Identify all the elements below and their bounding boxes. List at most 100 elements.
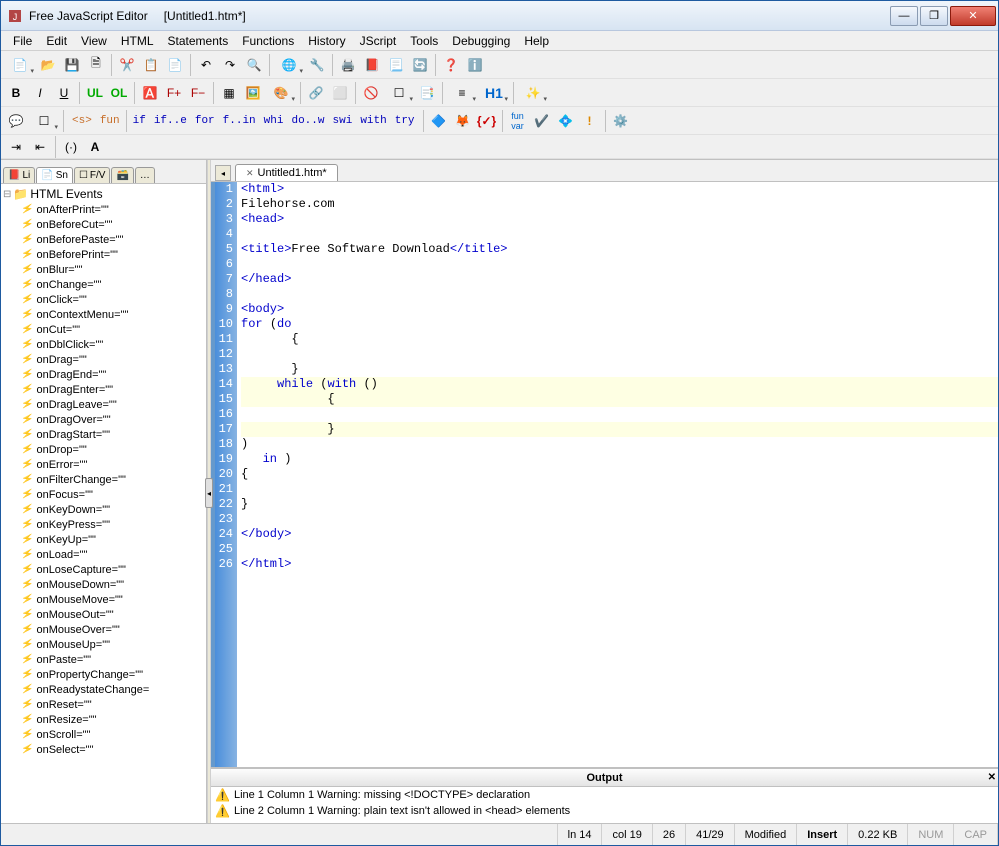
tree-item[interactable]: ⚡onClick="" — [3, 292, 204, 307]
var-button[interactable]: funvar — [507, 110, 529, 132]
tree-item[interactable]: ⚡onKeyPress="" — [3, 517, 204, 532]
gear-icon[interactable]: ⚙️ — [610, 110, 632, 132]
comment-button[interactable]: 💬 — [5, 110, 27, 132]
font-plus-button[interactable]: F+ — [163, 82, 185, 104]
maximize-button[interactable]: ❐ — [920, 6, 948, 26]
braces-button[interactable]: A — [84, 136, 106, 158]
menu-edit[interactable]: Edit — [40, 33, 73, 49]
bold-button[interactable]: B — [5, 82, 27, 104]
tree-item[interactable]: ⚡onMouseUp="" — [3, 637, 204, 652]
code-line[interactable]: ) — [241, 437, 998, 452]
snippet-whi[interactable]: whi — [260, 115, 288, 127]
output-line[interactable]: ⚠️ Line 2 Column 1 Warning: plain text i… — [211, 803, 998, 819]
menu-view[interactable]: View — [75, 33, 113, 49]
anchor-button[interactable]: ⬜ — [329, 82, 351, 104]
sidetab-db[interactable]: 🗃️ — [111, 167, 133, 183]
debug-button[interactable]: 🔷 — [428, 110, 450, 132]
tree-item[interactable]: ⚡onMouseOver="" — [3, 622, 204, 637]
code-line[interactable]: } — [241, 362, 998, 377]
save-button[interactable]: 💾 — [61, 54, 83, 76]
code-line[interactable] — [241, 257, 998, 272]
close-button[interactable]: ✕ — [950, 6, 996, 26]
code-editor[interactable]: 1234567891011121314151617181920212223242… — [211, 182, 998, 767]
font-color-button[interactable]: 🅰️ — [139, 82, 161, 104]
tree-item[interactable]: ⚡onChange="" — [3, 277, 204, 292]
sidetab-more[interactable]: … — [135, 167, 155, 183]
tree-item[interactable]: ⚡onContextMenu="" — [3, 307, 204, 322]
save-all-button[interactable]: 🗎 — [85, 54, 107, 76]
menu-html[interactable]: HTML — [115, 33, 160, 49]
dropdown-button[interactable]: ☐ — [29, 110, 59, 132]
close-tab-icon[interactable]: ✕ — [246, 168, 254, 179]
tree-item[interactable]: ⚡onBlur="" — [3, 262, 204, 277]
code-line[interactable]: } — [241, 497, 998, 512]
page-button[interactable]: 📃 — [385, 54, 407, 76]
undo-button[interactable]: ↶ — [195, 54, 217, 76]
code-line[interactable] — [241, 482, 998, 497]
code-line[interactable]: Filehorse.com — [241, 197, 998, 212]
output-line[interactable]: ⚠️ Line 1 Column 1 Warning: missing <!DO… — [211, 787, 998, 803]
diamond-button[interactable]: 💠 — [555, 110, 577, 132]
sidetab-fv[interactable]: ☐ F/V — [74, 167, 111, 183]
code-line[interactable] — [241, 407, 998, 422]
tree-item[interactable]: ⚡onPropertyChange="" — [3, 667, 204, 682]
indent-button[interactable]: ⇥ — [5, 136, 27, 158]
menu-debugging[interactable]: Debugging — [446, 33, 516, 49]
code-line[interactable]: <body> — [241, 302, 998, 317]
tree-item[interactable]: ⚡onResize="" — [3, 712, 204, 727]
menu-tools[interactable]: Tools — [404, 33, 444, 49]
tree-item[interactable]: ⚡onKeyUp="" — [3, 532, 204, 547]
code-line[interactable]: { — [241, 392, 998, 407]
tree-item[interactable]: ⚡onReadystateChange= — [3, 682, 204, 697]
help-button[interactable]: ❓ — [440, 54, 462, 76]
italic-button[interactable]: I — [29, 82, 51, 104]
underline-button[interactable]: U — [53, 82, 75, 104]
tree-item[interactable]: ⚡onError="" — [3, 457, 204, 472]
tree-item[interactable]: ⚡onDragEnter="" — [3, 382, 204, 397]
tree-item[interactable]: ⚡onFilterChange="" — [3, 472, 204, 487]
ul-button[interactable]: UL — [84, 82, 106, 104]
tree-item[interactable]: ⚡onScroll="" — [3, 727, 204, 742]
output-panel[interactable]: ⚠️ Line 1 Column 1 Warning: missing <!DO… — [211, 787, 998, 823]
check-button[interactable]: ✔️ — [531, 110, 553, 132]
tree-item[interactable]: ⚡onDragStart="" — [3, 427, 204, 442]
menu-file[interactable]: File — [7, 33, 38, 49]
code-line[interactable]: { — [241, 332, 998, 347]
code-line[interactable]: </head> — [241, 272, 998, 287]
tree-item[interactable]: ⚡onBeforePrint="" — [3, 247, 204, 262]
validate-button[interactable]: {✓} — [476, 110, 498, 132]
image-button[interactable]: 🖼️ — [242, 82, 264, 104]
tree-item[interactable]: ⚡onMouseDown="" — [3, 577, 204, 592]
tree-item[interactable]: ⚡onLoseCapture="" — [3, 562, 204, 577]
menu-functions[interactable]: Functions — [236, 33, 300, 49]
tree-item[interactable]: ⚡onDragEnd="" — [3, 367, 204, 382]
sidetab-li[interactable]: 📕 Li — [3, 167, 35, 183]
tree-item[interactable]: ⚡onReset="" — [3, 697, 204, 712]
warn-button[interactable]: ! — [579, 110, 601, 132]
snippet-dow[interactable]: do..w — [287, 115, 328, 127]
print-button[interactable]: 🖨️ — [337, 54, 359, 76]
code-line[interactable]: in ) — [241, 452, 998, 467]
snippet-if[interactable]: if — [129, 115, 150, 127]
snippet-for[interactable]: for — [191, 115, 219, 127]
wand-button[interactable]: ✨ — [518, 82, 548, 104]
code-line[interactable]: <head> — [241, 212, 998, 227]
open-file-button[interactable]: 📂 — [37, 54, 59, 76]
form-button[interactable]: 📑 — [416, 82, 438, 104]
tree-item[interactable]: ⚡onBeforeCut="" — [3, 217, 204, 232]
code-line[interactable] — [241, 227, 998, 242]
tree-item[interactable]: ⚡onPaste="" — [3, 652, 204, 667]
tree-item[interactable]: ⚡onDragLeave="" — [3, 397, 204, 412]
tree-item[interactable]: ⚡onDragOver="" — [3, 412, 204, 427]
snippet-s[interactable]: <s> — [68, 115, 96, 127]
code-line[interactable]: <title>Free Software Download</title> — [241, 242, 998, 257]
snippet-try[interactable]: try — [391, 115, 419, 127]
heading-button[interactable]: H1 — [479, 82, 509, 104]
menu-history[interactable]: History — [302, 33, 351, 49]
tree-item[interactable]: ⚡onDrop="" — [3, 442, 204, 457]
noscript-button[interactable]: 🚫 — [360, 82, 382, 104]
tools-button[interactable]: 🔧 — [306, 54, 328, 76]
code-line[interactable]: { — [241, 467, 998, 482]
splitter[interactable]: ◂ — [207, 160, 211, 823]
code-line[interactable] — [241, 287, 998, 302]
